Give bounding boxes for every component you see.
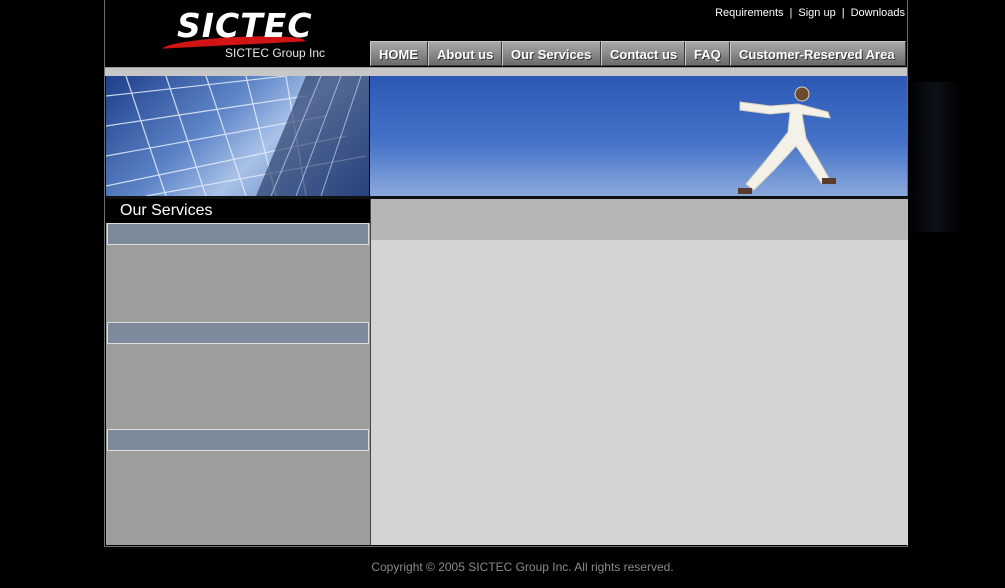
main-nav: HOME About us Our Services Contact us FA… (370, 41, 906, 66)
nav-contact-us[interactable]: Contact us (601, 41, 685, 66)
content-header (370, 199, 908, 240)
page-frame: SICTEC SICTEC Group Inc Requirements | Sig… (104, 0, 908, 547)
nav-about-us[interactable]: About us (428, 41, 502, 66)
separator: | (789, 7, 793, 19)
copyright-text: Copyright © 2005 SICTEC Group Inc. All r… (371, 560, 674, 574)
running-man-image (370, 76, 907, 196)
nav-customer-reserved-area[interactable]: Customer-Reserved Area (730, 41, 906, 66)
logo-text: SICTEC (177, 6, 313, 45)
sign-up-link[interactable]: Sign up (798, 7, 835, 19)
requirements-link[interactable]: Requirements (715, 7, 783, 19)
main-content (370, 240, 908, 545)
nav-home[interactable]: HOME (370, 41, 428, 66)
sidebar-item[interactable] (107, 429, 369, 451)
top-links: Requirements | Sign up | Downloads (715, 7, 905, 19)
sidebar-item[interactable] (107, 223, 369, 245)
logo-group-text: SICTEC Group Inc (225, 46, 326, 60)
nav-our-services[interactable]: Our Services (502, 41, 601, 66)
sictec-logo[interactable]: SICTEC SICTEC Group Inc (162, 6, 335, 64)
sidebar (106, 223, 370, 545)
downloads-link[interactable]: Downloads (851, 7, 905, 19)
sidebar-item[interactable] (107, 322, 369, 344)
sidebar-title: Our Services (106, 199, 369, 223)
decorative-shadow (908, 82, 961, 232)
nav-faq[interactable]: FAQ (685, 41, 730, 66)
separator: | (841, 7, 845, 19)
nav-strip (105, 67, 907, 76)
solar-panel-image (106, 76, 369, 196)
